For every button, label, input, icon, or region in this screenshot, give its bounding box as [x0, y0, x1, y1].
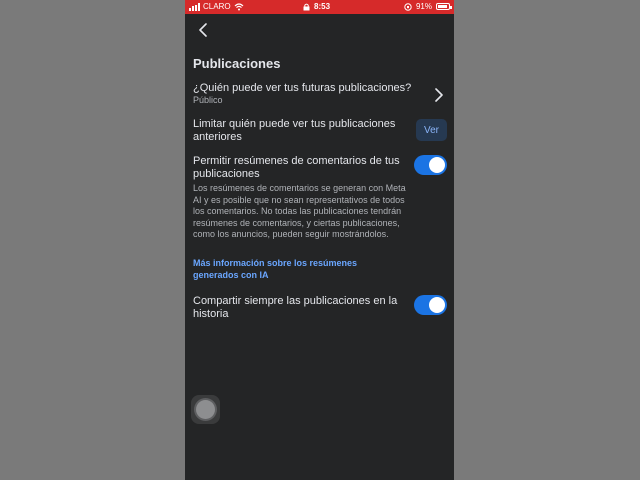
carrier-label: CLARO: [203, 2, 231, 11]
status-bar-left: CLARO: [189, 2, 244, 11]
learn-more-link[interactable]: Más información sobre los resúmenes gene…: [193, 258, 383, 281]
future-posts-value: Público: [193, 95, 223, 105]
clock: 8:53: [314, 2, 331, 11]
status-bar-center: 8:53: [303, 2, 330, 11]
assistive-touch-button[interactable]: [191, 395, 220, 424]
battery-icon: [436, 3, 452, 10]
phone-screen: CLARO 8:53 91% Publicaciones ¿Quién pued…: [185, 0, 454, 480]
toggle-knob: [429, 157, 445, 173]
wifi-icon: [234, 2, 243, 10]
status-bar-right: 91%: [404, 2, 452, 11]
view-button[interactable]: Ver: [416, 119, 447, 141]
share-to-story-row: Compartir siempre las publicaciones en l…: [193, 295, 413, 321]
comment-summaries-row: Permitir resúmenes de comentarios de tus…: [193, 155, 408, 181]
limit-past-posts-row: Limitar quién puede ver tus publicacione…: [193, 118, 408, 144]
battery-percent: 91%: [415, 2, 432, 11]
future-posts-audience-row[interactable]: ¿Quién puede ver tus futuras publicacion…: [193, 82, 433, 106]
status-bar: CLARO 8:53 91%: [185, 0, 454, 14]
assistive-touch-icon: [196, 400, 215, 419]
back-button[interactable]: [193, 20, 213, 40]
chevron-left-icon: [199, 23, 207, 37]
limit-past-posts-title: Limitar quién puede ver tus publicacione…: [193, 118, 396, 143]
comment-summaries-toggle[interactable]: [414, 155, 447, 175]
battery-fill: [438, 5, 448, 8]
lock-icon: [303, 3, 310, 10]
share-to-story-title: Compartir siempre las publicaciones en l…: [193, 295, 398, 320]
toggle-knob: [429, 297, 445, 313]
chevron-right-icon[interactable]: [433, 88, 445, 102]
share-to-story-toggle[interactable]: [414, 295, 447, 315]
comment-summaries-description: Los resúmenes de comentarios se generan …: [193, 183, 406, 239]
signal-icon: [189, 2, 200, 11]
section-title: Publicaciones: [193, 56, 281, 71]
comment-summaries-title: Permitir resúmenes de comentarios de tus…: [193, 155, 400, 180]
future-posts-title: ¿Quién puede ver tus futuras publicacion…: [193, 82, 412, 94]
orientation-lock-icon: [404, 2, 412, 11]
